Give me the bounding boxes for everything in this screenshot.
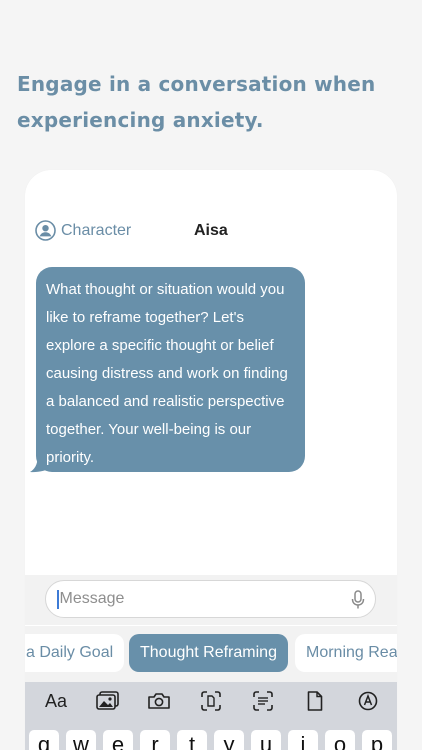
scan-document-icon[interactable] bbox=[199, 690, 223, 712]
key-p[interactable]: p bbox=[362, 730, 392, 750]
keyboard: Aa q w e r t y u i o p bbox=[25, 682, 397, 750]
person-circle-icon bbox=[35, 220, 56, 241]
photo-library-icon[interactable] bbox=[95, 690, 121, 712]
suggestion-chips: a Daily Goal Thought Reframing Morning R… bbox=[25, 626, 397, 682]
keyboard-toolbar: Aa bbox=[25, 682, 397, 720]
key-q[interactable]: q bbox=[29, 730, 59, 750]
chat-title: Aisa bbox=[194, 222, 228, 239]
markup-pen-icon[interactable] bbox=[357, 690, 379, 712]
document-icon[interactable] bbox=[305, 690, 325, 712]
text-caret bbox=[57, 589, 59, 609]
character-label: Character bbox=[61, 221, 132, 239]
chip-thought-reframing[interactable]: Thought Reframing bbox=[129, 634, 288, 672]
key-r[interactable]: r bbox=[140, 730, 170, 750]
message-input[interactable] bbox=[59, 590, 330, 608]
phone-frame: Character Aisa What thought or situation… bbox=[25, 170, 397, 750]
headline: Engage in a conversation when experienci… bbox=[17, 72, 376, 132]
message-field-container bbox=[45, 580, 376, 618]
key-i[interactable]: i bbox=[288, 730, 318, 750]
input-bar bbox=[25, 575, 397, 625]
chip-daily-goal[interactable]: a Daily Goal bbox=[25, 634, 125, 672]
character-button[interactable]: Character bbox=[35, 220, 131, 241]
key-t[interactable]: t bbox=[177, 730, 207, 750]
key-o[interactable]: o bbox=[325, 730, 355, 750]
chip-morning-reading[interactable]: Morning Rea bbox=[295, 634, 397, 672]
microphone-icon[interactable] bbox=[351, 590, 365, 610]
key-w[interactable]: w bbox=[66, 730, 96, 750]
key-y[interactable]: y bbox=[214, 730, 244, 750]
text-format-button[interactable]: Aa bbox=[43, 690, 69, 712]
scan-text-icon[interactable] bbox=[251, 690, 275, 712]
key-u[interactable]: u bbox=[251, 730, 281, 750]
camera-icon[interactable] bbox=[146, 690, 172, 712]
chat-header: Character Aisa bbox=[25, 216, 397, 246]
assistant-message-bubble: What thought or situation would you like… bbox=[36, 267, 305, 472]
key-e[interactable]: e bbox=[103, 730, 133, 750]
